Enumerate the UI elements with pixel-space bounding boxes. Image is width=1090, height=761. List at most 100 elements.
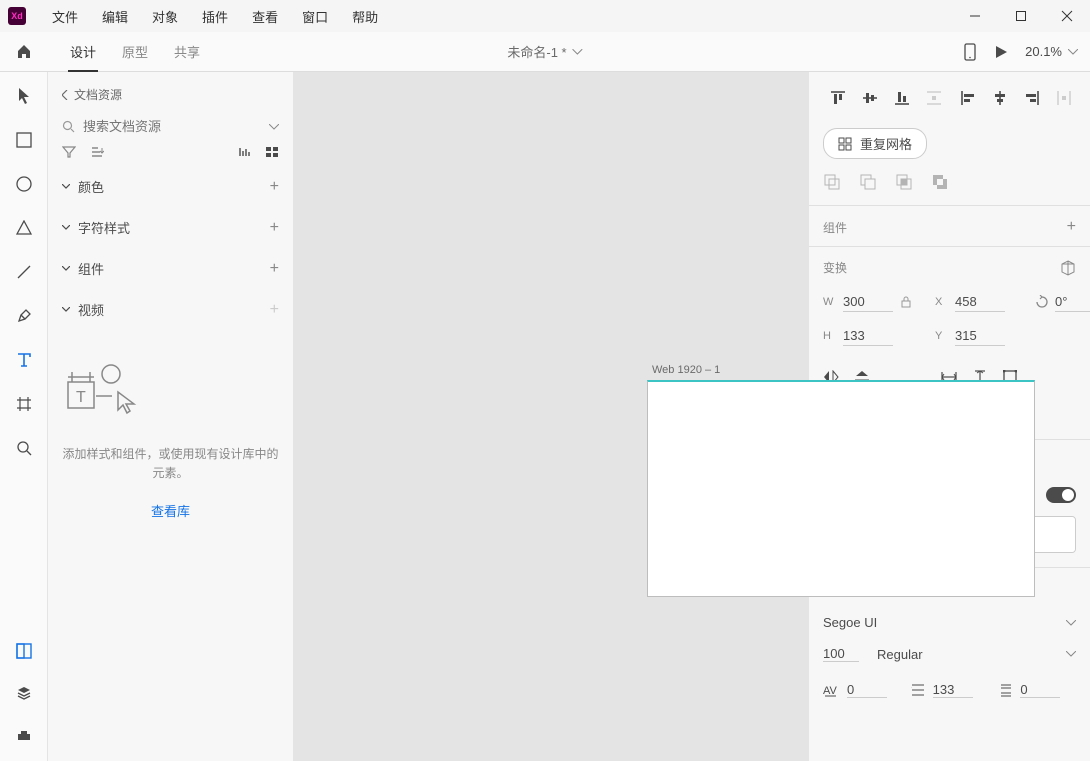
filter-icon[interactable] [62,146,76,158]
ellipse-tool[interactable] [8,174,40,194]
section-videos[interactable]: 视频+ [48,289,293,330]
mode-tabs: 设计 原型 共享 [58,32,212,71]
font-size-input[interactable] [823,646,859,662]
menu-object[interactable]: 对象 [142,1,188,32]
width-input[interactable] [843,292,893,312]
chevron-down-icon [573,49,583,55]
document-title-text: 未命名-1 * [507,42,566,61]
distribute-v[interactable] [919,86,949,110]
h-label: H [823,330,837,342]
distribute-h[interactable] [1049,86,1079,110]
section-charstyles[interactable]: 字符样式+ [48,207,293,248]
window-buttons [952,0,1090,32]
add-component-button[interactable]: + [1067,218,1076,236]
empty-illustration-icon: T [62,360,142,415]
add-charstyle-button[interactable]: + [270,219,279,237]
text-tool[interactable] [8,350,40,370]
minimize-button[interactable] [952,0,998,32]
w-label: W [823,296,837,308]
tab-prototype[interactable]: 原型 [110,32,160,71]
rotate-icon[interactable] [1035,295,1049,309]
x-input[interactable] [955,292,1005,312]
home-button[interactable] [0,43,48,61]
zoom-value: 20.1% [1025,44,1062,59]
align-bottom[interactable] [887,86,917,110]
view-library-link[interactable]: 查看库 [62,501,279,520]
menu-file[interactable]: 文件 [42,1,88,32]
height-input[interactable] [843,326,893,346]
char-spacing-input[interactable] [847,682,887,698]
pen-tool[interactable] [8,306,40,326]
bool-subtract[interactable] [859,173,879,193]
chevron-down-icon [1068,49,1078,55]
menu-help[interactable]: 帮助 [342,1,388,32]
app-logo: Xd [8,7,26,25]
font-family-select[interactable]: Segoe UI [809,607,1090,638]
mobile-preview-button[interactable] [963,43,977,61]
artboard-tool[interactable] [8,394,40,414]
canvas[interactable]: Web 1920 – 1 [294,72,808,761]
select-tool[interactable] [8,86,40,106]
boolean-row [809,171,1090,205]
assets-back[interactable]: 文档资源 [48,86,293,113]
3d-transform-icon[interactable] [1060,260,1076,276]
add-component-button[interactable]: + [270,260,279,278]
para-spacing-input[interactable] [1020,682,1060,698]
tab-share[interactable]: 共享 [162,32,212,71]
layers-button[interactable] [8,683,40,703]
zoom-dropdown[interactable]: 20.1% [1025,44,1078,59]
list-view-icon[interactable] [237,146,251,158]
libraries-button[interactable] [8,641,40,661]
assets-title: 文档资源 [74,86,122,103]
para-spacing-icon [998,683,1012,697]
y-input[interactable] [955,326,1005,346]
tab-design[interactable]: 设计 [58,32,108,71]
align-left[interactable] [953,86,983,110]
artboard-label[interactable]: Web 1920 – 1 [652,364,720,376]
menu-plugins[interactable]: 插件 [192,1,238,32]
section-colors[interactable]: 颜色+ [48,166,293,207]
line-tool[interactable] [8,262,40,282]
rectangle-tool[interactable] [8,130,40,150]
empty-text: 添加样式和组件，或使用现有设计库中的元素。 [62,445,279,483]
close-button[interactable] [1044,0,1090,32]
grid-view-icon[interactable] [265,146,279,158]
line-height-icon [911,683,925,697]
artboard[interactable] [647,380,1035,597]
add-video-button[interactable]: + [270,301,279,319]
rotation-input[interactable] [1055,292,1090,312]
bool-intersect[interactable] [895,173,915,193]
lock-aspect-icon[interactable] [901,296,929,308]
sort-icon[interactable] [90,146,104,158]
repeat-grid-button[interactable]: 重复网格 [823,128,927,159]
align-right[interactable] [1017,86,1047,110]
document-title[interactable]: 未命名-1 * [507,42,582,61]
responsive-toggle[interactable] [1046,487,1076,503]
assets-panel: 文档资源 颜色+ 字符样式+ 组件+ 视频+ T [48,72,294,761]
menu-bar: 文件 编辑 对象 插件 查看 窗口 帮助 [42,1,388,32]
align-middle-v[interactable] [855,86,885,110]
add-color-button[interactable]: + [270,178,279,196]
plugins-button[interactable] [8,725,40,745]
chevron-down-icon [1066,651,1076,657]
search-icon [62,120,75,133]
polygon-tool[interactable] [8,218,40,238]
section-components[interactable]: 组件+ [48,248,293,289]
menu-view[interactable]: 查看 [242,1,288,32]
align-row [809,72,1090,124]
align-top[interactable] [823,86,853,110]
font-weight-select[interactable]: Regular [877,647,1076,662]
repeat-grid-icon [838,137,852,151]
menu-window[interactable]: 窗口 [292,1,338,32]
bool-exclude[interactable] [931,173,951,193]
svg-text:T: T [76,389,86,406]
line-height-input[interactable] [933,682,973,698]
bool-add[interactable] [823,173,843,193]
play-preview-button[interactable] [993,44,1009,60]
align-center-h[interactable] [985,86,1015,110]
zoom-tool[interactable] [8,438,40,458]
maximize-button[interactable] [998,0,1044,32]
assets-search[interactable] [62,119,279,134]
assets-search-input[interactable] [83,119,261,134]
menu-edit[interactable]: 编辑 [92,1,138,32]
